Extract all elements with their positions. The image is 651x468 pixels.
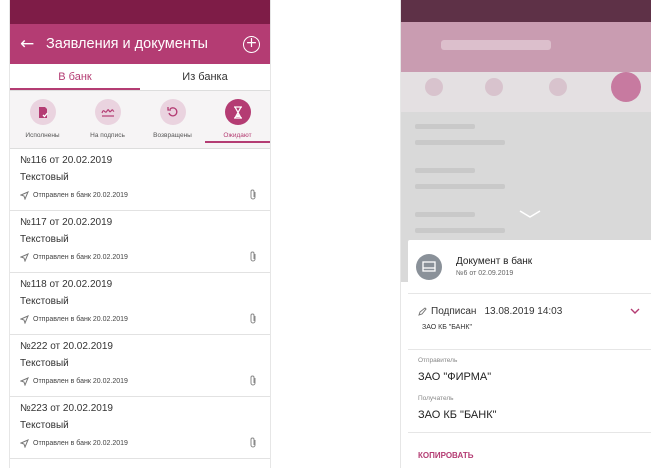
- document-bottom-sheet: Документ в банк №6 от 02.09.2019 Подписа…: [408, 240, 651, 468]
- sender-field: Отправитель ЗАО "ФИРМА": [408, 350, 651, 383]
- status-text: Отправлен в банк 20.02.2019: [33, 192, 128, 199]
- document-status: Отправлен в банк 20.02.2019: [20, 439, 260, 448]
- document-status: Отправлен в банк 20.02.2019: [20, 253, 260, 262]
- filter-label: Возвращены: [153, 132, 192, 139]
- tab-to-bank[interactable]: В банк: [10, 64, 140, 90]
- send-icon: [20, 191, 29, 200]
- filter-label: Исполнены: [25, 132, 60, 139]
- blurred-line: [415, 140, 505, 145]
- send-icon: [20, 377, 29, 386]
- blurred-line: [415, 212, 475, 217]
- signature-row[interactable]: Подписан 13.08.2019 14:03 ЗАО КБ "БАНК": [408, 294, 651, 350]
- status-text: Отправлен в банк 20.02.2019: [33, 440, 128, 447]
- tab-from-bank[interactable]: Из банка: [140, 64, 270, 90]
- filter-label: Ожидают: [205, 132, 270, 143]
- document-type: Текстовый: [20, 296, 69, 307]
- document-type: Текстовый: [20, 234, 69, 245]
- filter-pending[interactable]: Ожидают: [205, 91, 270, 148]
- document-row[interactable]: №116 от 20.02.2019 Текстовый Отправлен в…: [10, 149, 270, 211]
- expand-chevron-icon[interactable]: [630, 308, 640, 314]
- blurred-line: [415, 228, 505, 233]
- add-icon[interactable]: +: [243, 35, 260, 53]
- blurred-line: [415, 124, 475, 129]
- documents-list-screen: ← Заявления и документы + В банк Из банк…: [9, 0, 271, 468]
- document-icon: [416, 253, 442, 280]
- blurred-filter-icon: [549, 78, 567, 96]
- signer-name: ЗАО КБ "БАНК": [422, 324, 472, 331]
- sign-datetime: 13.08.2019 14:03: [484, 306, 563, 317]
- document-number: №222 от 20.02.2019: [20, 341, 113, 352]
- paperclip-icon[interactable]: [249, 313, 258, 325]
- filter-label: На подпись: [90, 132, 125, 139]
- back-arrow-icon[interactable]: ←: [20, 34, 46, 54]
- send-icon: [20, 315, 29, 324]
- blurred-filter-icon: [611, 72, 641, 102]
- blurred-app-bar: [401, 22, 651, 72]
- blurred-filter-icon: [485, 78, 503, 96]
- hourglass-icon: [224, 99, 251, 125]
- recipient-label: Получатель: [418, 395, 454, 402]
- send-icon: [20, 253, 29, 262]
- paperclip-icon[interactable]: [249, 437, 258, 449]
- document-type: Текстовый: [20, 420, 69, 431]
- sign-status: Подписан: [431, 306, 477, 317]
- document-number: №116 от 20.02.2019: [20, 155, 113, 166]
- app-bar: ← Заявления и документы +: [10, 24, 270, 64]
- document-type: Текстовый: [20, 172, 69, 183]
- document-row[interactable]: №117 от 20.02.2019 Текстовый Отправлен в…: [10, 211, 270, 273]
- filter-returned[interactable]: Возвращены: [140, 91, 205, 148]
- filter-executed[interactable]: Исполнены: [10, 91, 75, 148]
- document-row[interactable]: №222 от 20.02.2019 Текстовый Отправлен в…: [10, 335, 270, 397]
- blurred-line: [415, 168, 475, 173]
- filter-to-sign[interactable]: На подпись: [75, 91, 140, 148]
- copy-button[interactable]: КОПИРОВАТЬ: [418, 451, 473, 460]
- document-status: Отправлен в банк 20.02.2019: [20, 377, 260, 386]
- status-text: Отправлен в банк 20.02.2019: [33, 378, 128, 385]
- document-number: №117 от 20.02.2019: [20, 217, 113, 228]
- blurred-line: [415, 184, 505, 189]
- document-status: Отправлен в банк 20.02.2019: [20, 315, 260, 324]
- status-bar: [10, 0, 270, 24]
- blurred-filter-icon: [425, 78, 443, 96]
- document-row[interactable]: №118 от 20.02.2019 Текстовый Отправлен в…: [10, 273, 270, 335]
- sheet-subtitle: №6 от 02.09.2019: [456, 270, 514, 277]
- status-text: Отправлен в банк 20.02.2019: [33, 254, 128, 261]
- recipient-field: Получатель ЗАО КБ "БАНК": [408, 383, 651, 421]
- direction-tabs: В банк Из банка: [10, 64, 270, 91]
- doc-check-icon: [29, 99, 56, 125]
- document-detail-screen: Документ в банк №6 от 02.09.2019 Подписа…: [400, 0, 651, 468]
- status-text: Отправлен в банк 20.02.2019: [33, 316, 128, 323]
- blurred-title: [441, 40, 551, 50]
- signature-icon: [94, 99, 121, 125]
- sender-value: ЗАО "ФИРМА": [418, 371, 492, 383]
- page-title: Заявления и документы: [46, 36, 208, 52]
- sheet-header: Документ в банк №6 от 02.09.2019: [408, 240, 651, 294]
- status-filters: Исполнены На подпись Возвращены Ожидают: [10, 91, 270, 149]
- document-row[interactable]: №223 от 20.02.2019 Текстовый Отправлен в…: [10, 397, 270, 459]
- recipient-value: ЗАО КБ "БАНК": [418, 409, 497, 421]
- send-icon: [20, 439, 29, 448]
- document-status: Отправлен в банк 20.02.2019: [20, 191, 260, 200]
- status-bar: [401, 0, 651, 22]
- sheet-title: Документ в банк: [456, 256, 533, 267]
- sender-label: Отправитель: [418, 357, 458, 364]
- return-icon: [159, 99, 186, 125]
- paperclip-icon[interactable]: [249, 189, 258, 201]
- copy-action-row: КОПИРОВАТЬ: [408, 432, 651, 468]
- document-number: №223 от 20.02.2019: [20, 403, 113, 414]
- paperclip-icon[interactable]: [249, 251, 258, 263]
- document-type: Текстовый: [20, 358, 69, 369]
- collapse-chevron-icon[interactable]: [519, 210, 541, 218]
- pencil-icon: [418, 307, 427, 316]
- paperclip-icon[interactable]: [249, 375, 258, 387]
- document-number: №118 от 20.02.2019: [20, 279, 113, 290]
- blurred-filters: [401, 72, 651, 112]
